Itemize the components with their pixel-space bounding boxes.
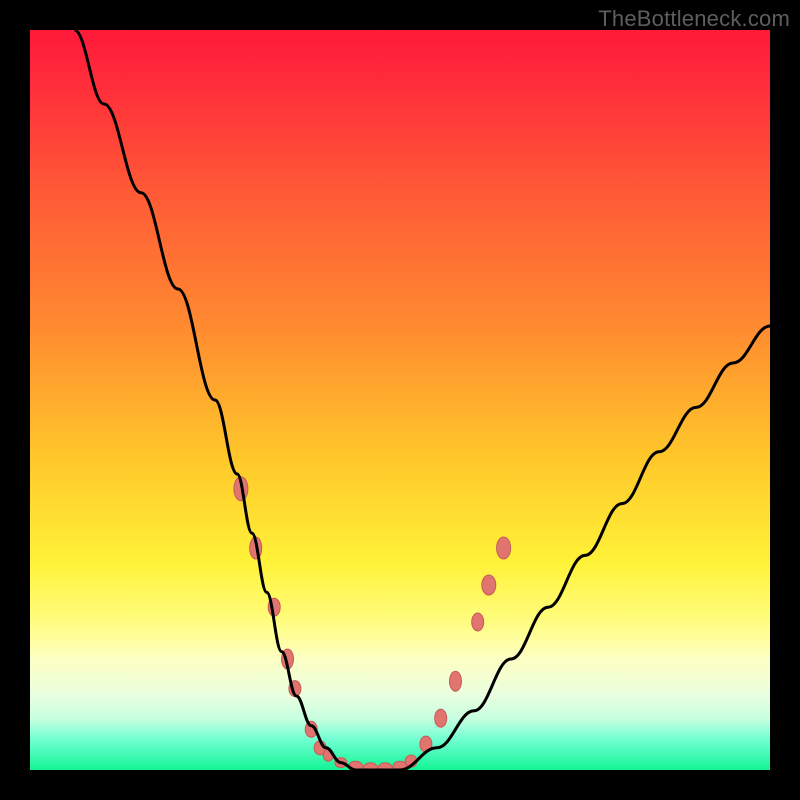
data-marker xyxy=(450,671,462,691)
watermark-text: TheBottleneck.com xyxy=(598,6,790,32)
data-marker xyxy=(497,537,511,559)
bottleneck-chart-svg xyxy=(30,30,770,770)
bottleneck-curve xyxy=(74,30,770,770)
data-marker xyxy=(482,575,496,595)
data-marker xyxy=(435,709,447,727)
chart-plot-area xyxy=(30,30,770,770)
data-marker xyxy=(472,613,484,631)
